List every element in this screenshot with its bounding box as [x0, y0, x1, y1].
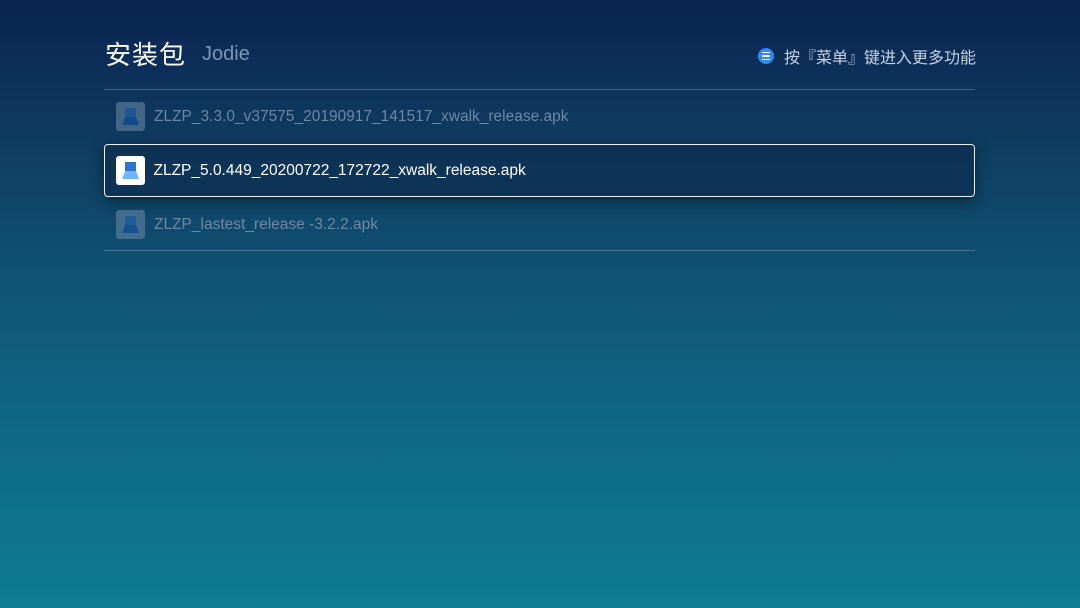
menu-icon — [757, 48, 774, 64]
file-name: ZLZP_lastest_release -3.2.2.apk — [154, 215, 379, 233]
page-subtitle: Jodie — [202, 43, 250, 65]
file-name: ZLZP_3.3.0_v37575_20190917_141517_xwalk_… — [154, 107, 569, 125]
file-item[interactable]: ZLZP_lastest_release -3.2.2.apk — [104, 198, 975, 251]
header: 安装包 Jodie 按『菜单』键进入更多功能 — [105, 33, 976, 73]
file-list: ZLZP_3.3.0_v37575_20190917_141517_xwalk_… — [104, 90, 975, 251]
file-name: ZLZP_5.0.449_20200722_172722_xwalk_relea… — [153, 161, 526, 179]
apk-icon — [116, 210, 145, 239]
menu-hint-text: 按『菜单』键进入更多功能 — [783, 48, 976, 67]
file-item-focused[interactable]: ZLZP_5.0.449_20200722_172722_xwalk_relea… — [104, 144, 975, 197]
file-item[interactable]: ZLZP_3.3.0_v37575_20190917_141517_xwalk_… — [104, 90, 975, 143]
bottom-divider — [104, 250, 975, 251]
menu-hint: 按『菜单』键进入更多功能 — [757, 44, 976, 68]
page-title: 安装包 — [105, 41, 187, 71]
apk-icon — [115, 156, 145, 185]
apk-icon — [116, 102, 145, 131]
